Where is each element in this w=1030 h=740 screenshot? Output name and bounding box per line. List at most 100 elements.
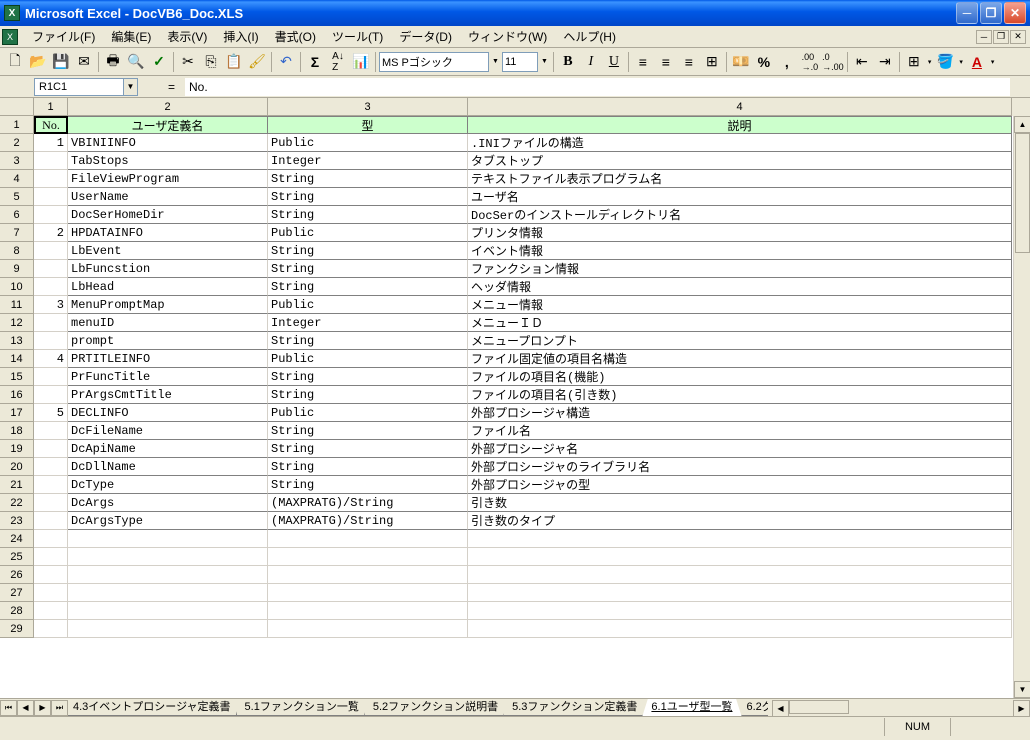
increase-indent-button[interactable]: ⇥ [874,51,896,73]
name-box-dropdown-icon[interactable]: ▼ [124,78,138,96]
cell[interactable]: ユーザ定義名 [68,116,268,134]
cell[interactable]: DcFileName [68,422,268,440]
row-header[interactable]: 16 [0,386,34,404]
row-header[interactable]: 10 [0,278,34,296]
cell[interactable]: PrFuncTitle [68,368,268,386]
cell[interactable]: String [268,242,468,260]
row-header[interactable]: 2 [0,134,34,152]
cell[interactable] [468,602,1012,620]
row-header[interactable]: 11 [0,296,34,314]
select-all-corner[interactable] [0,98,34,116]
chart-button[interactable]: 📊 [350,51,372,73]
h-scroll-thumb[interactable] [789,700,849,714]
menu-item[interactable]: ファイル(F) [24,28,103,46]
align-right-button[interactable]: ≡ [678,51,700,73]
scroll-thumb[interactable] [1015,133,1030,253]
cell[interactable]: UserName [68,188,268,206]
new-button[interactable]: 🗋 [4,51,26,73]
cell[interactable]: プリンタ情報 [468,224,1012,242]
row-header[interactable]: 20 [0,458,34,476]
row-header[interactable]: 17 [0,404,34,422]
cell[interactable]: String [268,476,468,494]
formula-input[interactable] [185,78,1010,96]
cell[interactable]: DECLINFO [68,404,268,422]
doc-restore-button[interactable]: ❐ [993,30,1009,44]
doc-minimize-button[interactable]: ─ [976,30,992,44]
cell[interactable] [468,620,1012,638]
close-button[interactable]: ✕ [1004,2,1026,24]
cell[interactable]: (MAXPRATG)/String [268,512,468,530]
sheet-tab[interactable]: 6.2グローバル定数一覧 [738,699,769,716]
spellcheck-button[interactable]: ✓ [148,51,170,73]
cell[interactable]: ファイルの項目名(機能) [468,368,1012,386]
row-header[interactable]: 27 [0,584,34,602]
cell[interactable] [34,170,68,188]
cell[interactable] [34,584,68,602]
cell[interactable] [34,422,68,440]
cell[interactable] [34,314,68,332]
format-painter-button[interactable]: 🖌 [246,51,268,73]
save-button[interactable]: 💾 [50,51,72,73]
font-name-dropdown-icon[interactable]: ▼ [490,58,501,65]
cell[interactable]: String [268,458,468,476]
cell[interactable]: 外部プロシージャ名 [468,440,1012,458]
cell[interactable]: イベント情報 [468,242,1012,260]
cut-button[interactable]: ✂ [177,51,199,73]
align-left-button[interactable]: ≡ [632,51,654,73]
menu-item[interactable]: 書式(O) [267,28,324,46]
cell[interactable]: .INIファイルの構造 [468,134,1012,152]
row-header[interactable]: 24 [0,530,34,548]
cell[interactable]: タブストップ [468,152,1012,170]
cell[interactable] [34,566,68,584]
cell[interactable] [34,368,68,386]
name-box[interactable]: R1C1 [34,78,124,96]
vertical-scrollbar[interactable]: ▲ ▼ [1013,116,1030,698]
fill-color-dropdown-icon[interactable]: ▾ [957,58,965,66]
open-button[interactable]: 📂 [27,51,49,73]
cell[interactable] [68,548,268,566]
cell[interactable] [34,458,68,476]
cell[interactable] [34,386,68,404]
row-header[interactable]: 28 [0,602,34,620]
borders-dropdown-icon[interactable]: ▾ [926,58,934,66]
cell[interactable]: メニューＩＤ [468,314,1012,332]
formula-equals-icon[interactable]: = [158,80,185,94]
cell[interactable]: Public [268,134,468,152]
cell[interactable]: Public [268,224,468,242]
cell[interactable]: ヘッダ情報 [468,278,1012,296]
col-header-3[interactable]: 3 [268,98,468,116]
row-header[interactable]: 7 [0,224,34,242]
sheet-tab[interactable]: 4.3イベントプロシージャ定義書 [68,699,240,716]
italic-button[interactable]: I [580,51,602,73]
cell[interactable]: PrArgsCmtTitle [68,386,268,404]
cell[interactable] [268,548,468,566]
menu-item[interactable]: 表示(V) [159,28,215,46]
increase-decimal-button[interactable]: .00→.0 [799,51,821,73]
cell[interactable]: String [268,260,468,278]
row-header[interactable]: 26 [0,566,34,584]
cell[interactable]: DcArgs [68,494,268,512]
tab-prev-button[interactable]: ◀ [17,700,34,716]
maximize-button[interactable]: ❐ [980,2,1002,24]
row-header[interactable]: 12 [0,314,34,332]
cell[interactable]: 2 [34,224,68,242]
cell[interactable] [34,440,68,458]
row-header[interactable]: 23 [0,512,34,530]
tab-last-button[interactable]: ⏭ [51,700,68,716]
cell[interactable]: DcDllName [68,458,268,476]
menu-item[interactable]: ウィンドウ(W) [460,28,555,46]
cell[interactable] [34,620,68,638]
font-size-dropdown-icon[interactable]: ▼ [539,58,550,65]
cell[interactable] [268,620,468,638]
cell[interactable]: String [268,440,468,458]
row-header[interactable]: 14 [0,350,34,368]
cell[interactable]: String [268,422,468,440]
cell[interactable]: メニュー情報 [468,296,1012,314]
cell[interactable]: 1 [34,134,68,152]
row-header[interactable]: 9 [0,260,34,278]
cell[interactable]: ユーザ名 [468,188,1012,206]
cell[interactable]: 型 [268,116,468,134]
cell[interactable] [34,278,68,296]
cell[interactable] [34,206,68,224]
cell[interactable] [468,548,1012,566]
